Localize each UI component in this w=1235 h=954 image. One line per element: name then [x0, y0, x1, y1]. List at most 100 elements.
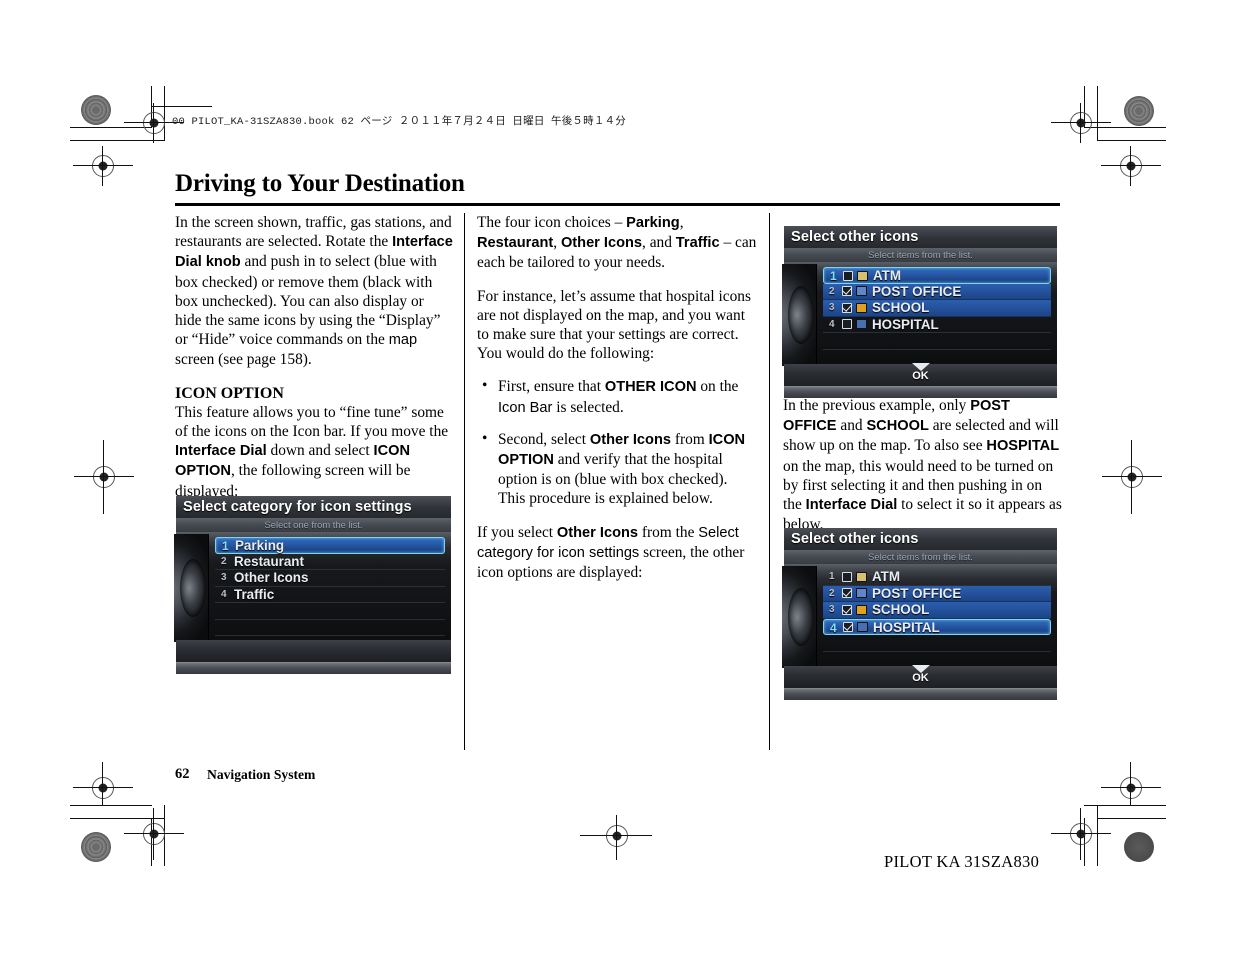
- registration-crosshair-bl-v: [153, 808, 155, 860]
- list-item-empty: [215, 603, 445, 620]
- c1p1e: screen (see page 158).: [175, 351, 312, 369]
- c2b1e: is selected.: [552, 398, 624, 416]
- list-item[interactable]: 2 POST OFFICE: [823, 585, 1051, 602]
- hospital-icon: [857, 622, 868, 633]
- nav-screen-body: 1 ATM 2 POST OFFICE 3 SCHOOL 4 HOSPITAL: [782, 564, 1057, 685]
- list-item[interactable]: 1 ATM: [823, 569, 1051, 586]
- row-number: 4: [829, 318, 835, 330]
- nav-screen-bezel: [176, 662, 451, 674]
- row-label: Restaurant: [234, 553, 304, 569]
- c2p1h: Traffic: [675, 235, 720, 252]
- nav-screen-frame: Select other icons Select items from the …: [782, 226, 1057, 398]
- column-1: In the screen shown, traffic, gas statio…: [175, 213, 453, 515]
- ok-button[interactable]: OK: [784, 665, 1057, 684]
- column-2: The four icon choices – Parking, Restaur…: [477, 213, 757, 596]
- c2b1c: on the: [696, 378, 739, 396]
- nav-screen-subtitle: Select items from the list.: [784, 550, 1057, 564]
- list-item[interactable]: 2 Restaurant: [215, 553, 445, 570]
- list-item[interactable]: 4 HOSPITAL: [823, 618, 1051, 635]
- c2p1c: ,: [679, 214, 684, 231]
- list-item[interactable]: 1 ATM: [823, 267, 1051, 284]
- crop-mark-bottom-right-h2: [1097, 818, 1166, 820]
- list-item[interactable]: 2 POST OFFICE: [823, 283, 1051, 300]
- row-label: ATM: [872, 569, 901, 585]
- row-checkbox[interactable]: [842, 319, 852, 330]
- list-item[interactable]: 3 Other Icons: [215, 570, 445, 587]
- rosette-mark-top-left: [81, 95, 111, 125]
- rosette-mark-bottom-left: [81, 832, 111, 862]
- registration-crosshair-tr-v: [1080, 103, 1082, 143]
- list-item[interactable]: 3 SCHOOL: [823, 602, 1051, 619]
- column-3: In the previous example, only POST OFFIC…: [783, 396, 1063, 548]
- atm-icon: [857, 270, 868, 281]
- row-label: Traffic: [234, 586, 275, 602]
- title-underline-rule: [175, 203, 1060, 206]
- header-rule: [152, 106, 212, 107]
- footer-page-number: 62: [175, 766, 190, 782]
- row-label: SCHOOL: [872, 602, 930, 618]
- col2-paragraph-2: For instance, let’s assume that hospital…: [477, 287, 751, 363]
- row-number: 2: [221, 555, 227, 567]
- row-checkbox[interactable]: [842, 302, 852, 313]
- crop-mark-top-left-v2: [164, 86, 166, 141]
- footer-document-code: PILOT KA 31SZA830: [884, 852, 1040, 871]
- ok-button[interactable]: OK: [784, 363, 1057, 382]
- row-checkbox[interactable]: [842, 604, 852, 615]
- list-item[interactable]: 4 HOSPITAL: [823, 317, 1051, 333]
- crop-mark-top-left-h: [70, 127, 152, 129]
- row-label: POST OFFICE: [872, 283, 962, 299]
- ok-button-label: OK: [912, 672, 929, 684]
- nav-screen-body: 1 ATM 2 POST OFFICE 3 SCHOOL 4 HOSPITAL: [782, 262, 1057, 383]
- row-number: 2: [829, 285, 835, 297]
- c2b1b: OTHER ICON: [604, 379, 697, 396]
- c2p3b: Other Icons: [556, 524, 639, 541]
- col2-bullet-1: • First, ensure that OTHER ICON on the Ic…: [477, 377, 757, 417]
- registration-crosshair-ul-v: [102, 146, 104, 186]
- row-checkbox[interactable]: [842, 588, 852, 599]
- post-office-icon: [856, 588, 867, 599]
- registration-crosshair-abl-v: [102, 762, 104, 806]
- nav-screen-title: Select category for icon settings: [176, 496, 451, 518]
- list-item[interactable]: 4 Traffic: [215, 586, 445, 603]
- file-header-text: 00 PILOT_KA-31SZA830.book 62 ページ ２０１１年７月…: [172, 116, 626, 128]
- c3p1a: In the previous example, only: [783, 397, 971, 414]
- row-checkbox[interactable]: [843, 622, 853, 633]
- nav-screen-select-other-icons-after[interactable]: Select other icons Select items from the …: [782, 528, 1057, 700]
- rosette-mark-top-right: [1124, 96, 1154, 126]
- interface-dial-graphic: [174, 534, 209, 642]
- row-number: 1: [829, 571, 835, 583]
- row-label: HOSPITAL: [873, 619, 940, 635]
- c2p1f: Other Icons: [560, 235, 643, 252]
- nav-screen-select-category[interactable]: Select category for icon settings Select …: [174, 496, 451, 674]
- nav-screen-bezel: [784, 688, 1057, 700]
- registration-crosshair-lm-v: [103, 440, 105, 514]
- col1-paragraph-1: In the screen shown, traffic, gas statio…: [175, 213, 453, 370]
- registration-crosshair-bc-v: [616, 815, 618, 860]
- registration-crosshair-abr-v: [1130, 762, 1132, 806]
- footer-section-name: Navigation System: [207, 767, 316, 782]
- row-checkbox[interactable]: [842, 571, 852, 582]
- column-divider-1: [464, 213, 466, 750]
- list-item-empty: [823, 635, 1051, 652]
- col2-bullet-list: • First, ensure that OTHER ICON on the Ic…: [477, 377, 757, 508]
- list-item[interactable]: 1 Parking: [215, 537, 445, 554]
- list-item[interactable]: 3 SCHOOL: [823, 300, 1051, 317]
- nav-screen-title: Select other icons: [784, 226, 1057, 248]
- rosette-mark-bottom-right: [1124, 832, 1154, 862]
- nav-screen-title: Select other icons: [784, 528, 1057, 550]
- row-checkbox[interactable]: [842, 286, 852, 297]
- list-item-empty: [215, 620, 445, 636]
- nav-screen-frame: Select other icons Select items from the …: [782, 528, 1057, 700]
- crop-mark-top-left-h2: [70, 140, 165, 142]
- c2p1b: Parking: [626, 215, 680, 231]
- c2b2c: from: [670, 430, 709, 448]
- row-label: Parking: [235, 538, 285, 554]
- nav-screen-select-other-icons-before[interactable]: Select other icons Select items from the …: [782, 226, 1057, 398]
- post-office-icon: [856, 286, 867, 297]
- school-icon: [856, 302, 867, 313]
- c2b1a: First, ensure that: [498, 378, 605, 396]
- registration-crosshair-rm-v: [1131, 440, 1133, 514]
- nav-footer: [176, 640, 451, 662]
- row-checkbox[interactable]: [843, 270, 853, 281]
- c3p1h: Interface Dial: [805, 497, 898, 514]
